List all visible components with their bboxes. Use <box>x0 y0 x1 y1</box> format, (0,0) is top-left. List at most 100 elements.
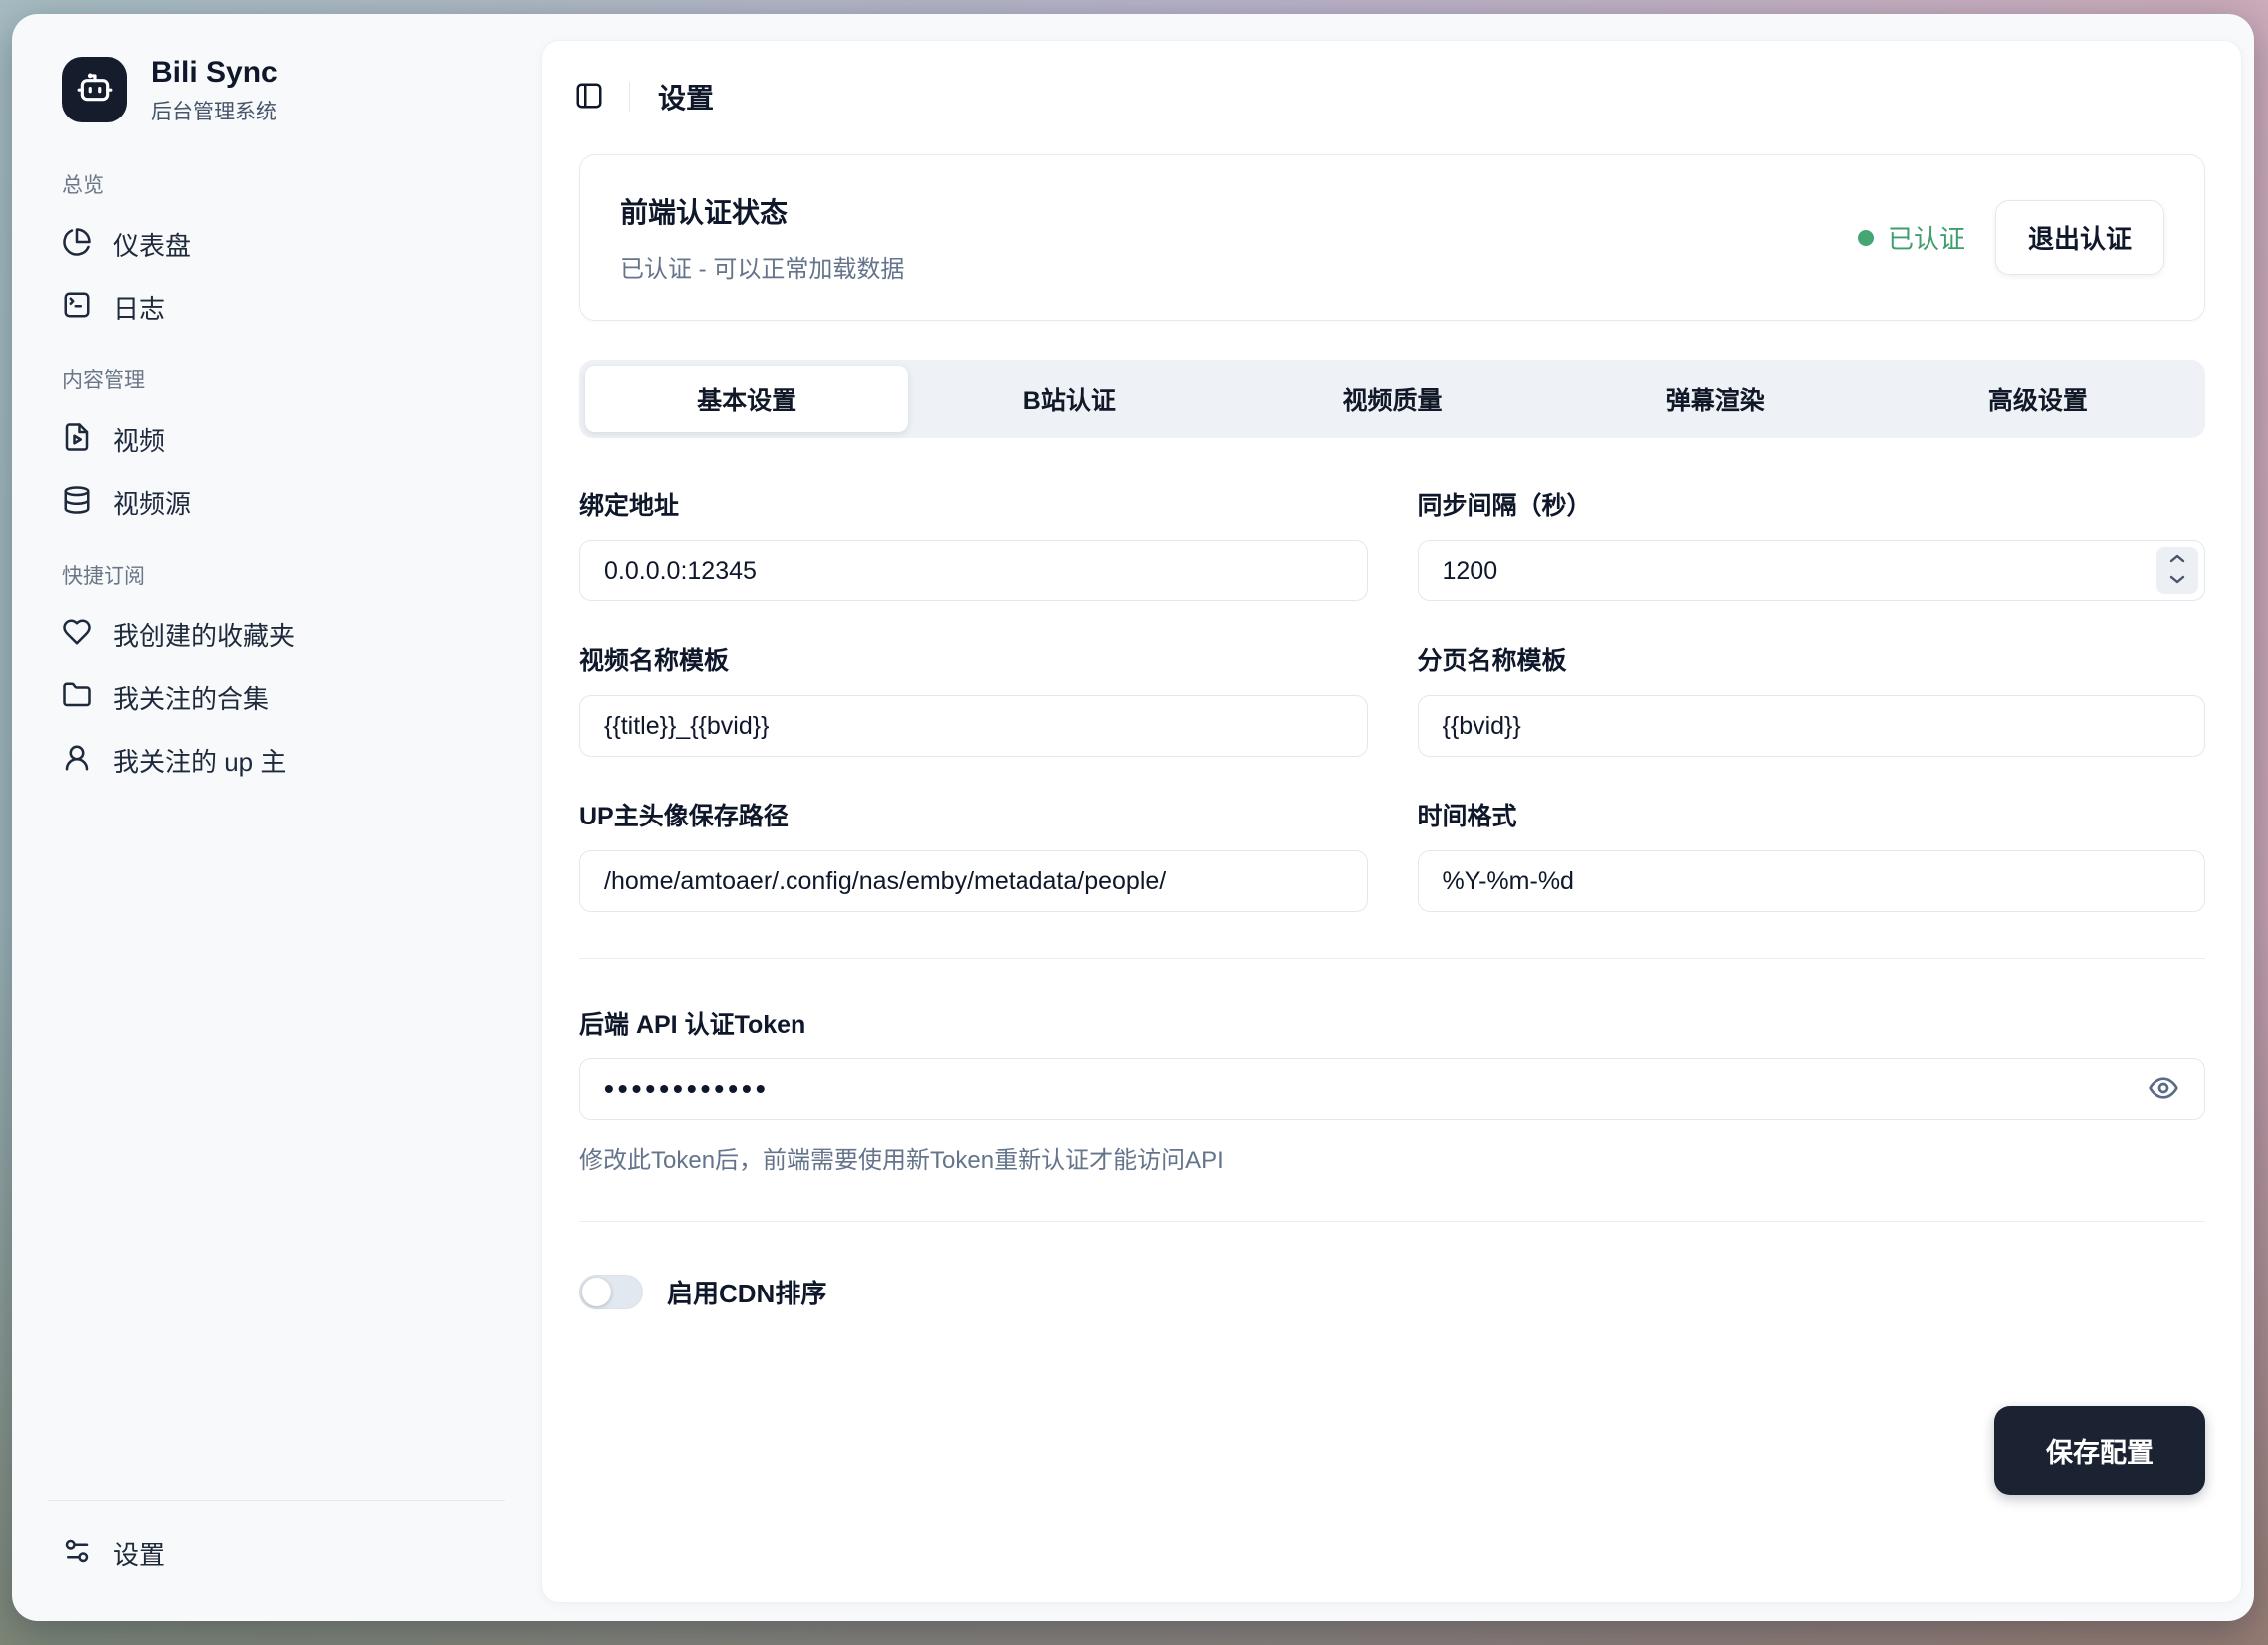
number-input-wrap <box>1418 540 2206 601</box>
sidebar-item-my-collections[interactable]: 我关注的合集 <box>42 666 511 729</box>
token-hint: 修改此Token后，前端需要使用新Token重新认证才能访问API <box>579 1140 2205 1175</box>
sidebar: Bili Sync 后台管理系统 总览 仪表盘 <box>12 14 541 1621</box>
bind-address-input[interactable] <box>579 540 1368 601</box>
auth-status-text: 前端认证状态 已认证 - 可以正常加载数据 <box>620 191 904 284</box>
sidebar-item-videos[interactable]: 视频 <box>42 408 511 471</box>
nav-section-subscriptions: 快捷订阅 我创建的收藏夹 我关注的合集 <box>42 560 511 792</box>
sidebar-item-label: 我关注的合集 <box>113 679 269 716</box>
page-title: 设置 <box>658 77 714 117</box>
sidebar-footer: 设置 <box>12 1500 541 1585</box>
auth-card-subtitle: 已认证 - 可以正常加载数据 <box>620 249 904 284</box>
auth-status-badge: 已认证 <box>1858 219 1965 256</box>
sidebar-item-dashboard[interactable]: 仪表盘 <box>42 213 511 276</box>
field-upper-avatar-path: UP主头像保存路径 <box>579 797 1368 912</box>
tab-advanced-settings[interactable]: 高级设置 <box>1877 366 2199 432</box>
status-dot-icon <box>1858 230 1874 246</box>
tab-basic-settings[interactable]: 基本设置 <box>585 366 908 432</box>
field-label: 时间格式 <box>1418 797 2206 832</box>
upper-avatar-path-input[interactable] <box>579 850 1368 912</box>
settings-tabs: 基本设置 B站认证 视频质量 弹幕渲染 高级设置 <box>579 360 2205 438</box>
sidebar-item-my-favorites[interactable]: 我创建的收藏夹 <box>42 603 511 666</box>
nav-section-overview: 总览 仪表盘 日志 <box>42 169 511 339</box>
heart-icon <box>62 617 92 652</box>
sync-interval-input[interactable] <box>1418 540 2206 601</box>
folder-icon <box>62 680 92 715</box>
field-label: 后端 API 认证Token <box>579 1005 2205 1041</box>
form-footer: 保存配置 <box>579 1310 2205 1576</box>
pie-chart-icon <box>62 227 92 262</box>
sidebar-item-label: 我创建的收藏夹 <box>113 616 295 653</box>
field-label: UP主头像保存路径 <box>579 797 1368 832</box>
toggle-thumb <box>582 1278 611 1306</box>
cdn-sort-label: 启用CDN排序 <box>667 1274 826 1310</box>
field-label: 视频名称模板 <box>579 641 1368 677</box>
section-label: 内容管理 <box>42 364 511 394</box>
brand-text: Bili Sync 后台管理系统 <box>151 54 278 125</box>
field-label: 绑定地址 <box>579 486 1368 522</box>
sidebar-item-video-sources[interactable]: 视频源 <box>42 471 511 534</box>
sidebar-item-label: 视频 <box>113 421 165 458</box>
field-bind-address: 绑定地址 <box>579 486 1368 601</box>
database-icon <box>62 485 92 520</box>
auth-status-card: 前端认证状态 已认证 - 可以正常加载数据 已认证 退出认证 <box>579 154 2205 321</box>
section-label: 总览 <box>42 169 511 199</box>
sidebar-item-label: 仪表盘 <box>113 226 191 263</box>
panel-left-icon <box>574 81 604 114</box>
sidebar-item-label: 我关注的 up 主 <box>113 742 286 779</box>
auth-card-title: 前端认证状态 <box>620 191 904 231</box>
app-name: Bili Sync <box>151 54 278 92</box>
field-video-name-template: 视频名称模板 <box>579 641 1368 757</box>
divider <box>48 1500 505 1501</box>
toggle-token-visibility-button[interactable] <box>2144 1069 2183 1109</box>
sidebar-item-label: 视频源 <box>113 484 191 521</box>
nav-section-content: 内容管理 视频 视频源 <box>42 364 511 534</box>
status-badge-label: 已认证 <box>1888 219 1965 256</box>
tab-bilibili-auth[interactable]: B站认证 <box>908 366 1231 432</box>
sidebar-toggle-button[interactable] <box>567 75 611 118</box>
field-label: 分页名称模板 <box>1418 641 2206 677</box>
terminal-icon <box>62 290 92 325</box>
save-config-button[interactable]: 保存配置 <box>1994 1406 2205 1495</box>
main-header: 设置 <box>542 41 2241 140</box>
file-video-icon <box>62 422 92 457</box>
field-time-format: 时间格式 <box>1418 797 2206 912</box>
app-logo <box>62 57 127 122</box>
tab-danmaku-render[interactable]: 弹幕渲染 <box>1554 366 1877 432</box>
cdn-sort-row: 启用CDN排序 <box>579 1274 2205 1310</box>
token-input-wrap <box>579 1058 2205 1120</box>
app-window: Bili Sync 后台管理系统 总览 仪表盘 <box>12 14 2254 1621</box>
sidebar-item-logs[interactable]: 日志 <box>42 276 511 339</box>
field-label: 同步间隔（秒） <box>1418 486 2206 522</box>
field-page-name-template: 分页名称模板 <box>1418 641 2206 757</box>
chevron-down-icon <box>2168 572 2186 589</box>
app-subtitle: 后台管理系统 <box>151 96 278 125</box>
section-label: 快捷订阅 <box>42 560 511 589</box>
tab-video-quality[interactable]: 视频质量 <box>1231 366 1553 432</box>
bot-icon <box>76 68 113 111</box>
main-panel: 设置 前端认证状态 已认证 - 可以正常加载数据 已认证 退出认证 <box>541 40 2242 1603</box>
sidebar-item-label: 日志 <box>113 289 165 326</box>
page-name-template-input[interactable] <box>1418 695 2206 757</box>
number-stepper[interactable] <box>2156 547 2198 594</box>
api-token-input[interactable] <box>579 1058 2205 1120</box>
basic-settings-form: 绑定地址 同步间隔（秒） <box>579 486 2205 912</box>
auth-card-actions: 已认证 退出认证 <box>1858 200 2164 275</box>
field-sync-interval: 同步间隔（秒） <box>1418 486 2206 601</box>
sidebar-nav: 总览 仪表盘 日志 <box>12 125 541 1501</box>
time-format-input[interactable] <box>1418 850 2206 912</box>
brand: Bili Sync 后台管理系统 <box>12 54 541 125</box>
divider <box>629 82 630 112</box>
divider <box>579 958 2205 959</box>
settings-content: 前端认证状态 已认证 - 可以正常加载数据 已认证 退出认证 基本设置 B站认证… <box>542 140 2241 1602</box>
sidebar-item-my-uploaders[interactable]: 我关注的 up 主 <box>42 729 511 792</box>
logout-auth-button[interactable]: 退出认证 <box>1995 200 2164 275</box>
chevron-up-icon <box>2168 552 2186 570</box>
settings-icon <box>62 1536 92 1571</box>
api-token-section: 后端 API 认证Token 修改此Token后，前端需要使用新Token重新认… <box>579 1005 2205 1175</box>
sidebar-item-settings[interactable]: 设置 <box>42 1523 511 1585</box>
eye-icon <box>2148 1072 2179 1107</box>
user-icon <box>62 743 92 778</box>
sidebar-item-label: 设置 <box>113 1535 165 1572</box>
cdn-sort-toggle[interactable] <box>579 1275 643 1309</box>
video-name-template-input[interactable] <box>579 695 1368 757</box>
